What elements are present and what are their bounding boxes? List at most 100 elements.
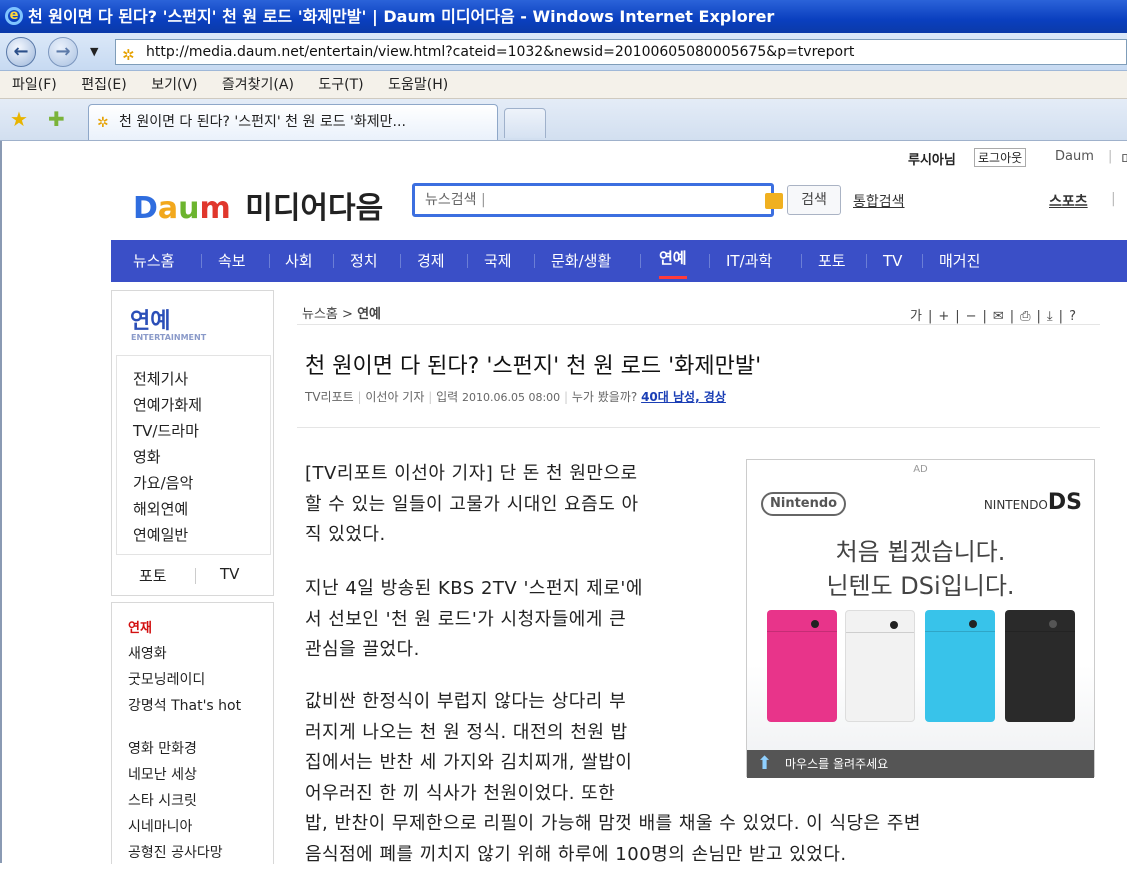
article-headline: 천 원이면 다 된다? '스펀지' 천 원 로드 '화제만발' (305, 348, 761, 380)
address-input[interactable]: ✲ http://media.daum.net/entertain/view.h… (115, 39, 1127, 65)
article-reporter[interactable]: 이선아 기자 (365, 390, 424, 404)
nav-politics[interactable]: 정치 (350, 240, 378, 282)
text-line: 지난 4일 방송된 KBS 2TV '스펀지 제로'에 (305, 574, 643, 605)
search-placeholder: 뉴스검색 (425, 192, 477, 208)
ad-subheadline: 닌텐도 DSi입니다. (747, 566, 1094, 601)
logo-u: u (178, 191, 199, 226)
text-line: 직 있었다. (305, 520, 639, 551)
menu-file[interactable]: 파일(F) (12, 77, 57, 93)
nav-economy[interactable]: 경제 (417, 240, 445, 282)
article-date: 2010.06.05 08:00 (462, 391, 560, 404)
menu-favorites[interactable]: 즐겨찾기(A) (222, 77, 294, 93)
article-source[interactable]: TV리포트 (305, 390, 354, 404)
address-toolbar: ← → ▼ ✲ http://media.daum.net/entertain/… (0, 33, 1127, 71)
sidebar-photo-link[interactable]: 포토 (139, 565, 167, 586)
series-item[interactable]: 공형진 공사다망 (128, 845, 223, 861)
series-item[interactable]: 네모난 세상 (128, 767, 197, 783)
article-date-label: 입력 (436, 390, 458, 404)
daum-media-logo[interactable]: Daum 미디어다음 (133, 183, 383, 219)
nav-magazine[interactable]: 매거진 (939, 240, 980, 282)
ie-logo-icon: e (5, 7, 23, 25)
new-tab-button[interactable] (504, 108, 546, 138)
favorites-star-icon[interactable]: ★ (10, 107, 28, 131)
window-title: 천 원이면 다 된다? '스펀지' 천 원 로드 '화제만발' | Daum 미… (28, 7, 774, 26)
who-viewed-link[interactable]: 40대 남성, 경상 (641, 390, 726, 404)
ad-hover-text: 마우스를 올려주세요 (785, 757, 888, 771)
nav-entertainment[interactable]: 연예 (659, 240, 687, 279)
series-item[interactable]: 영화 만화경 (128, 741, 197, 757)
who-viewed-label: 누가 봤을까? (572, 390, 637, 404)
menu-help[interactable]: 도움말(H) (388, 77, 448, 93)
section-subtitle: ENTERTAINMENT (131, 333, 206, 342)
series-item[interactable]: 스타 시크릿 (128, 793, 197, 809)
menu-edit[interactable]: 편집(E) (81, 77, 127, 93)
ad-hover-bar[interactable]: ⬆ 마우스를 올려주세요 (747, 750, 1094, 778)
user-name: 루시아님 (908, 149, 956, 168)
text-line: 음식점에 폐를 끼치지 않기 위해 하루에 100명의 손님만 받고 있었다. (305, 840, 921, 870)
tab-active[interactable]: ✲ 천 원이면 다 된다? '스펀지' 천 원 로드 '화제만... (88, 104, 498, 140)
sports-link[interactable]: 스포츠 (1049, 191, 1088, 211)
util-link-cut[interactable]: 미 (1121, 149, 1127, 168)
paragraph-2: 지난 4일 방송된 KBS 2TV '스펀지 제로'에 서 선보인 '천 원 로… (305, 574, 643, 666)
dsi-white-image (845, 610, 915, 722)
logo-text: 미디어다음 (245, 183, 383, 227)
history-dropdown-icon[interactable]: ▼ (90, 45, 98, 58)
logo-d: D (133, 191, 158, 226)
nav-it-science[interactable]: IT/과학 (726, 240, 772, 282)
address-url: http://media.daum.net/entertain/view.htm… (146, 44, 854, 60)
nintendo-dsi-ad[interactable]: AD Nintendo NINTENDODS 처음 뵙겠습니다. 닌텐도 DSi… (746, 459, 1095, 777)
nav-world[interactable]: 국제 (484, 240, 512, 282)
nav-society[interactable]: 사회 (285, 240, 313, 282)
nav-photo[interactable]: 포토 (818, 240, 846, 282)
forward-arrow-icon[interactable]: → (48, 37, 78, 67)
search-button[interactable]: 검색 (787, 185, 841, 215)
article-tools[interactable]: 가|+|−|✉|⎙|⤓|? (910, 305, 1082, 324)
daum-favicon-icon: ✲ (97, 106, 109, 140)
search-input[interactable]: 뉴스검색 | (412, 183, 774, 217)
util-separator: | (1108, 149, 1112, 164)
series-item[interactable]: 새영화 (128, 646, 167, 662)
sidebar-item-all[interactable]: 전체기사 (133, 368, 188, 389)
series-item[interactable]: 시네마니아 (128, 819, 192, 835)
web-page: 루시아님 로그아웃 Daum | 미 Daum 미디어다음 뉴스검색 | 검색 … (0, 141, 1127, 863)
top-separator: | (1111, 191, 1116, 207)
nintendo-logo: Nintendo (761, 492, 846, 516)
nav-culture[interactable]: 문화/생활 (551, 240, 611, 282)
divider (297, 324, 1100, 325)
logout-button[interactable]: 로그아웃 (974, 148, 1026, 167)
breadcrumb-separator: > (342, 307, 353, 322)
series-heading: 연재 (128, 621, 152, 637)
sidebar-item-general[interactable]: 연예일반 (133, 524, 188, 545)
sidebar-item-topics[interactable]: 연예가화제 (133, 394, 202, 415)
dsi-blue-image (925, 610, 995, 722)
breadcrumb-current[interactable]: 연예 (357, 307, 381, 322)
add-favorites-icon[interactable]: ✚ (48, 107, 65, 131)
sidebar-item-tv-drama[interactable]: TV/드라마 (133, 420, 199, 441)
daum-home-link[interactable]: Daum (1055, 149, 1094, 164)
nav-news-home[interactable]: 뉴스홈 (133, 240, 174, 282)
breadcrumb: 뉴스홈 > 연예 (302, 303, 381, 322)
menu-view[interactable]: 보기(V) (151, 77, 197, 93)
sidebar-item-overseas[interactable]: 해외연예 (133, 498, 188, 519)
search-dropdown-icon[interactable] (765, 193, 783, 209)
sidebar-item-music[interactable]: 가요/음악 (133, 472, 193, 493)
tab-bar: ★ ✚ ✲ 천 원이면 다 된다? '스펀지' 천 원 로드 '화제만... (0, 99, 1127, 141)
article-meta: TV리포트 | 이선아 기자 | 입력 2010.06.05 08:00 | 누… (305, 388, 726, 405)
total-search-link[interactable]: 통합검색 (853, 191, 905, 211)
series-sidebar: 연재 새영화 굿모닝레이디 강명석 That's hot 영화 만화경 네모난 … (111, 602, 274, 864)
logo-a: a (158, 191, 178, 226)
nav-breaking[interactable]: 속보 (218, 240, 246, 282)
section-title: 연예 (130, 303, 170, 335)
paragraph-1: [TV리포트 이선아 기자] 단 돈 천 원만으로 할 수 있는 일들이 고물가… (305, 459, 639, 551)
menu-tools[interactable]: 도구(T) (318, 77, 363, 93)
series-item[interactable]: 강명석 That's hot (128, 698, 248, 714)
ds-mark: DS (1048, 490, 1082, 515)
breadcrumb-home[interactable]: 뉴스홈 (302, 307, 338, 322)
ad-label: AD (747, 464, 1094, 475)
series-item[interactable]: 굿모닝레이디 (128, 672, 205, 688)
nav-tv[interactable]: TV (883, 240, 902, 282)
sidebar-item-movie[interactable]: 영화 (133, 446, 161, 467)
divider (297, 427, 1100, 428)
back-arrow-icon[interactable]: ← (6, 37, 36, 67)
sidebar-tv-link[interactable]: TV (220, 565, 239, 583)
